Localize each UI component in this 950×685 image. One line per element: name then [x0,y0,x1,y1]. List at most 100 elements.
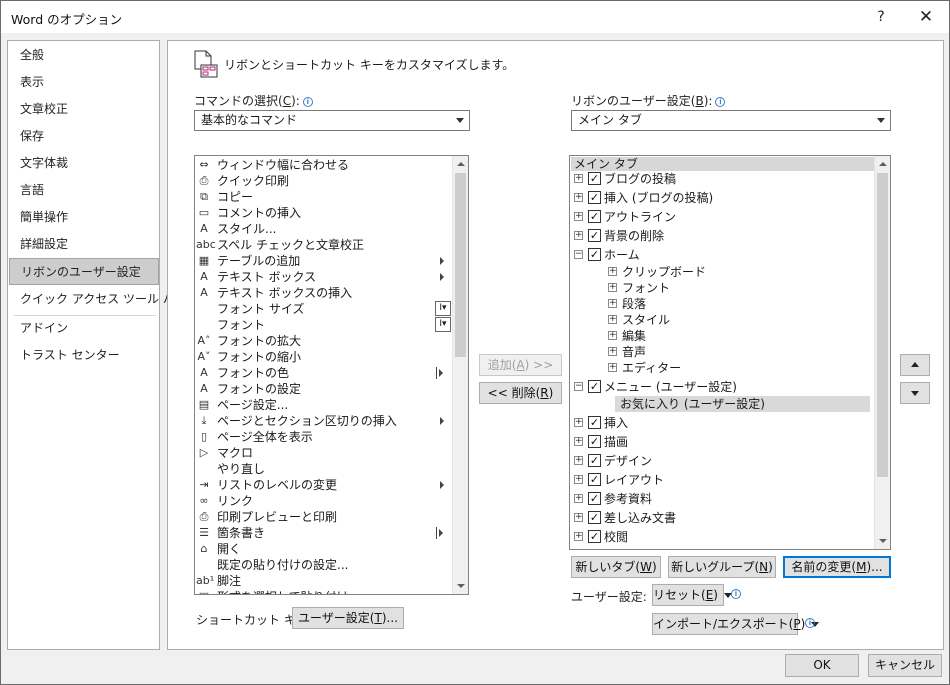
add-button[interactable]: 追加(A) >> [479,354,562,376]
customize-shortcuts-button[interactable]: ユーザー設定(T)... [292,607,404,629]
ribbon-tab-item[interactable]: − ✓ メニュー (ユーザー設定) [570,378,870,396]
command-item[interactable]: A テキスト ボックス [195,269,465,285]
scroll-down-icon[interactable] [875,533,890,549]
tab-checkbox[interactable]: ✓ [588,416,601,429]
tab-checkbox[interactable]: ✓ [588,530,601,543]
command-item[interactable]: ⧉ コピー [195,189,465,205]
scroll-thumb[interactable] [877,173,888,477]
nav-item-general[interactable]: 全般 [9,42,159,69]
command-item[interactable]: ▷ マクロ [195,445,465,461]
nav-item-display[interactable]: 表示 [9,69,159,96]
ribbon-tab-item[interactable]: + ✓ 参考資料 [570,490,870,508]
ribbon-tree-scrollbar[interactable] [874,156,890,549]
close-button[interactable]: ✕ [903,1,949,33]
command-item[interactable]: A˄ フォントの拡大 [195,333,465,349]
new-tab-button[interactable]: 新しいタブ(W) [571,556,661,578]
command-item[interactable]: ▭ コメントの挿入 [195,205,465,221]
command-item[interactable]: フォント I▾ [195,317,465,333]
ribbon-tab-item[interactable]: +✓表示 [570,547,870,550]
expand-icon[interactable]: + [608,267,617,276]
tab-checkbox[interactable]: ✓ [588,248,601,261]
move-up-button[interactable] [900,354,930,376]
move-down-button[interactable] [900,382,930,404]
expand-icon[interactable]: + [574,475,583,484]
ribbon-tab-item[interactable]: + ✓ 挿入 [570,414,870,432]
scroll-down-icon[interactable] [453,578,468,594]
expand-icon[interactable]: + [608,363,617,372]
nav-item-customize-ribbon[interactable]: リボンのユーザー設定 [9,258,159,285]
expand-icon[interactable]: + [608,347,617,356]
ribbon-group-item[interactable]: + エディター [570,359,870,377]
scroll-thumb[interactable] [455,173,466,357]
command-item[interactable]: A フォントの色 [195,365,465,381]
expand-icon[interactable]: + [574,494,583,503]
command-item[interactable]: ⎙ 印刷プレビューと印刷 [195,509,465,525]
expand-icon[interactable]: + [574,456,583,465]
command-item[interactable]: やり直し [195,461,465,477]
tab-checkbox[interactable]: ✓ [588,191,601,204]
ribbon-tab-item[interactable]: − ✓ ホーム [570,246,870,264]
expand-icon[interactable]: + [608,283,617,292]
command-item[interactable]: ⌂ 開く [195,541,465,557]
expand-icon[interactable]: + [574,231,583,240]
tab-checkbox[interactable]: ✓ [588,210,601,223]
tab-checkbox[interactable]: ✓ [588,549,601,550]
command-item[interactable]: ab¹ 脚注 [195,573,465,589]
help-button[interactable]: ? [859,1,903,33]
command-item[interactable]: A˅ フォントの縮小 [195,349,465,365]
tab-checkbox[interactable]: ✓ [588,380,601,393]
command-item[interactable]: ▦ テーブルの追加 [195,253,465,269]
expand-icon[interactable]: + [574,437,583,446]
remove-button[interactable]: << 削除(R) [479,382,562,404]
tab-checkbox[interactable]: ✓ [588,454,601,467]
nav-item-save[interactable]: 保存 [9,123,159,150]
ribbon-tree[interactable]: メイン タブ + ✓ ブログの投稿 + ✓ 挿入 (ブログの投稿) + ✓ アウトライン + ✓ 背景… [569,155,891,550]
collapse-icon[interactable]: − [574,250,583,259]
nav-item-addins[interactable]: アドイン [9,315,159,342]
tab-checkbox[interactable]: ✓ [588,172,601,185]
tab-checkbox[interactable]: ✓ [588,511,601,524]
expand-icon[interactable]: + [574,513,583,522]
scroll-up-icon[interactable] [453,156,468,172]
ribbon-tabs-dropdown[interactable]: メイン タブ [571,110,891,131]
command-item[interactable]: ▤ ページ設定... [195,397,465,413]
expand-icon[interactable]: + [608,331,617,340]
command-item[interactable]: ☰ 箇条書き [195,525,465,541]
nav-item-advanced[interactable]: 詳細設定 [9,231,159,258]
expand-icon[interactable]: + [608,299,617,308]
scroll-up-icon[interactable] [875,156,890,172]
commands-list[interactable]: ⇔ ウィンドウ幅に合わせる ⎙ クイック印刷 ⧉ コピー ▭ コメントの挿入 A スタイル... a… [194,155,469,595]
new-group-button[interactable]: 新しいグループ(N) [668,556,776,578]
cancel-button[interactable]: キャンセル [868,654,942,677]
ribbon-tab-item[interactable]: + ✓ 描画 [570,433,870,451]
nav-item-language[interactable]: 言語 [9,177,159,204]
tab-checkbox[interactable]: ✓ [588,473,601,486]
ribbon-tab-item[interactable]: + ✓ 差し込み文書 [570,509,870,527]
nav-item-proofing[interactable]: 文章校正 [9,96,159,123]
command-item[interactable]: A フォントの設定 [195,381,465,397]
expand-icon[interactable]: + [608,315,617,324]
expand-icon[interactable]: + [574,193,583,202]
reset-dropdown-button[interactable]: リセット(E) [652,584,732,606]
tab-checkbox[interactable]: ✓ [588,229,601,242]
rename-button[interactable]: 名前の変更(M)... [783,556,891,578]
command-item[interactable]: 既定の貼り付けの設定... [195,557,465,573]
command-item[interactable]: A テキスト ボックスの挿入 [195,285,465,301]
ribbon-group-item[interactable]: お気に入り (ユーザー設定) [570,395,870,413]
command-item[interactable]: ⎙ クイック印刷 [195,173,465,189]
nav-item-accessibility[interactable]: 簡単操作 [9,204,159,231]
expand-icon[interactable]: + [574,532,583,541]
command-item[interactable]: ▣ 形式を選択して貼り付け [195,589,465,594]
ribbon-tab-item[interactable]: + ✓ アウトライン [570,208,870,226]
ribbon-tab-item[interactable]: + ✓ 校閲 [570,528,870,546]
choose-commands-dropdown[interactable]: 基本的なコマンド [194,110,470,131]
command-item[interactable]: ∞ リンク [195,493,465,509]
nav-item-trust-center[interactable]: トラスト センター [9,342,159,369]
expand-icon[interactable]: + [574,212,583,221]
command-item[interactable]: フォント サイズ I▾ [195,301,465,317]
command-item[interactable]: ⇔ ウィンドウ幅に合わせる [195,157,465,173]
command-item[interactable]: ▯ ページ全体を表示 [195,429,465,445]
nav-item-typography[interactable]: 文字体裁 [9,150,159,177]
expand-icon[interactable]: + [574,418,583,427]
ribbon-tab-item[interactable]: + ✓ 挿入 (ブログの投稿) [570,189,870,207]
